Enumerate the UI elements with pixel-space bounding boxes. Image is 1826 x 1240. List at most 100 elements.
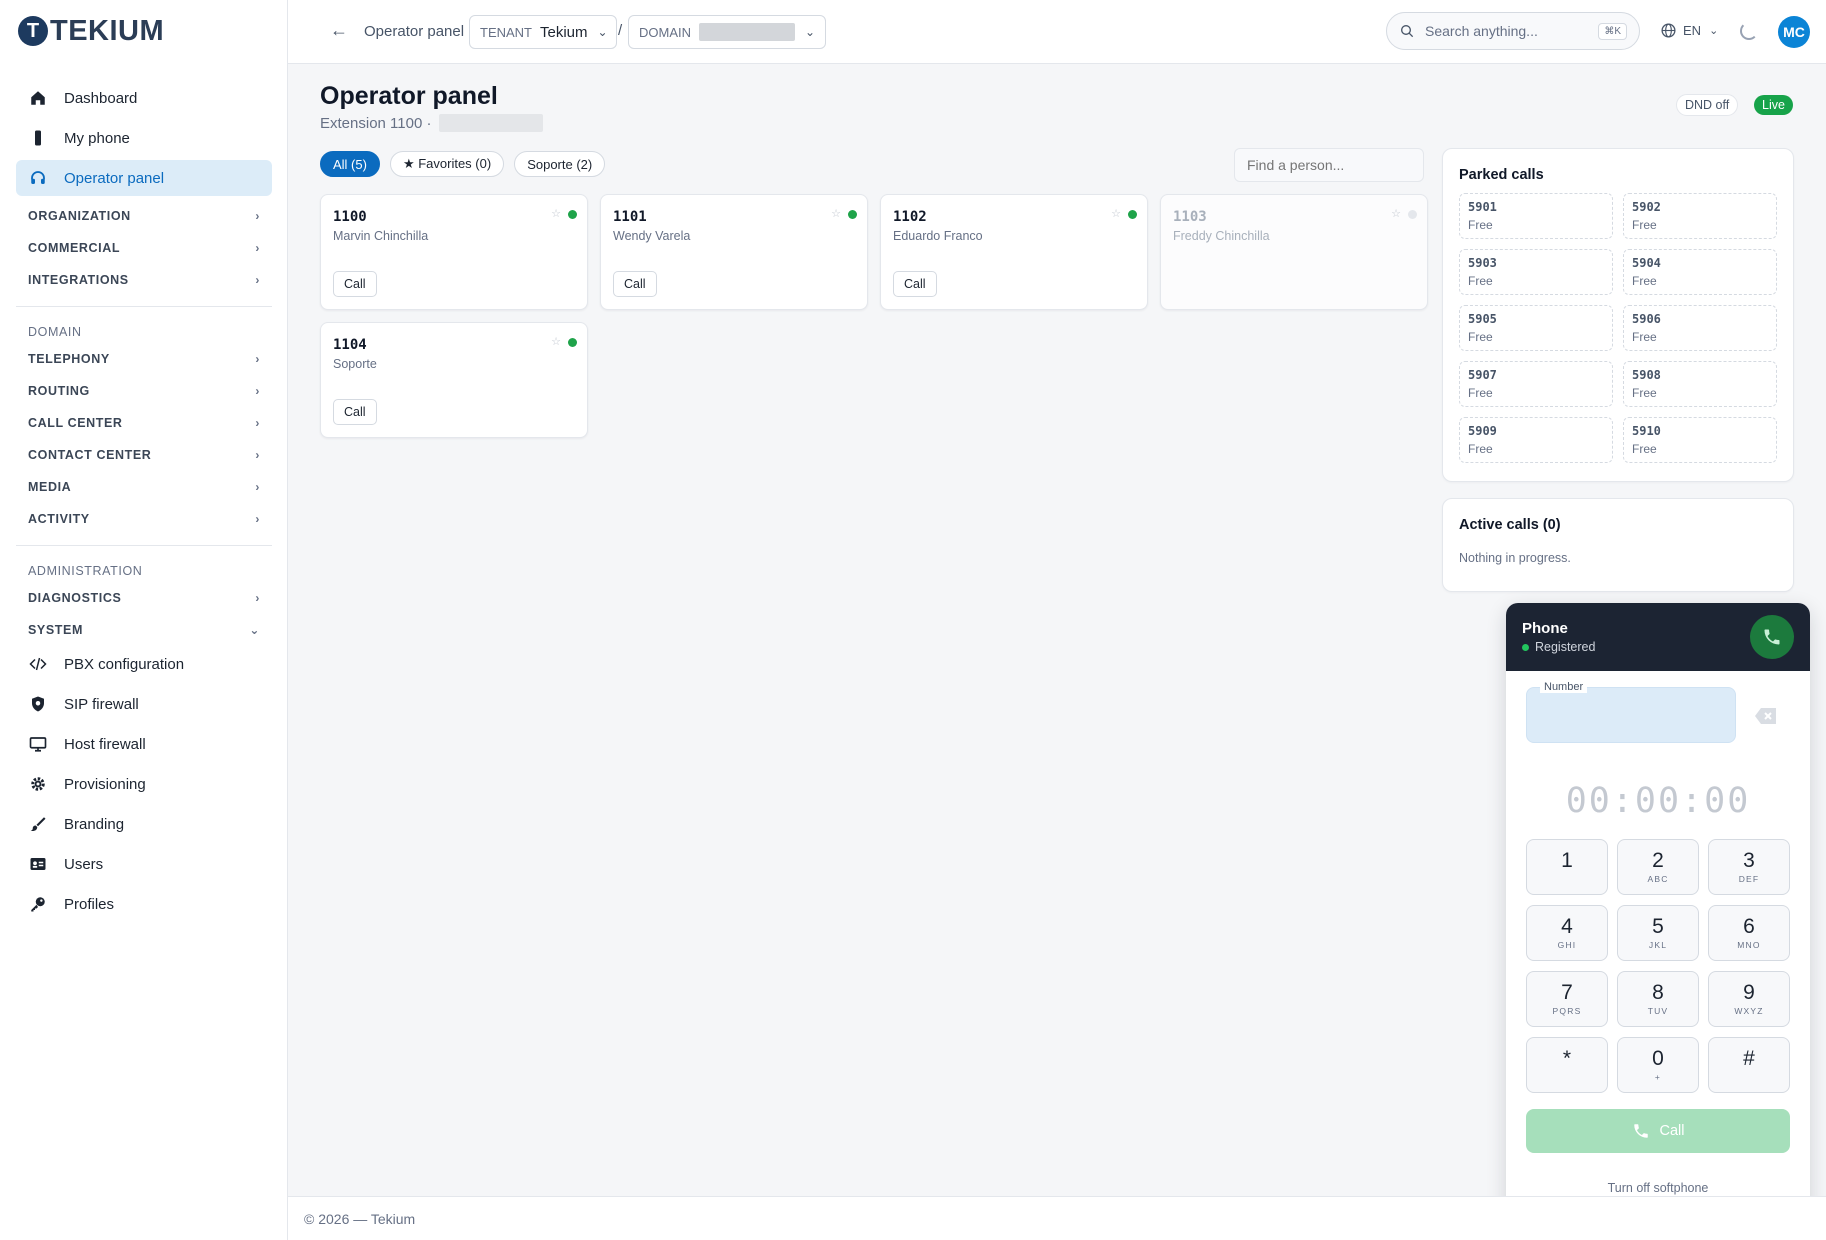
sidebar-item-my-phone[interactable]: My phone bbox=[16, 120, 272, 156]
sidebar-group-media[interactable]: MEDIA › bbox=[16, 471, 272, 503]
sidebar-item-dashboard[interactable]: Dashboard bbox=[16, 80, 272, 116]
park-slot[interactable]: 5901 Free bbox=[1459, 193, 1613, 239]
sidebar-group-telephony[interactable]: TELEPHONY › bbox=[16, 343, 272, 375]
park-slot-status: Free bbox=[1632, 330, 1657, 344]
registration-status-text: Registered bbox=[1535, 640, 1596, 654]
sidebar-item-branding[interactable]: Branding bbox=[16, 806, 272, 842]
key-5[interactable]: 5 JKL bbox=[1617, 905, 1699, 961]
turn-off-softphone-link[interactable]: Turn off softphone bbox=[1506, 1181, 1810, 1195]
sidebar-item-sip-firewall[interactable]: SIP firewall bbox=[16, 686, 272, 722]
phone-icon bbox=[1633, 1124, 1648, 1138]
sidebar-group-diagnostics[interactable]: DIAGNOSTICS › bbox=[16, 582, 272, 614]
redacted-subtitle bbox=[439, 114, 544, 132]
key-digit: 8 bbox=[1652, 981, 1664, 1004]
park-slot[interactable]: 5905 Free bbox=[1459, 305, 1613, 351]
sidebar-item-pbx-configuration[interactable]: PBX configuration bbox=[16, 646, 272, 682]
key-star[interactable]: * bbox=[1526, 1037, 1608, 1093]
sidebar-item-users[interactable]: Users bbox=[16, 846, 272, 882]
key-digit: 9 bbox=[1743, 981, 1755, 1004]
id-card-icon bbox=[28, 854, 48, 874]
page-subtitle: Extension 1100 · bbox=[320, 114, 544, 132]
sidebar-item-label: Dashboard bbox=[64, 89, 138, 107]
sidebar-item-provisioning[interactable]: Provisioning bbox=[16, 766, 272, 802]
sidebar-group-call-center[interactable]: CALL CENTER › bbox=[16, 407, 272, 439]
registration-status: Registered bbox=[1522, 640, 1595, 654]
presence-dot bbox=[568, 338, 577, 347]
tenant-selector[interactable]: TENANT Tekium ⌄ bbox=[469, 15, 617, 49]
key-letters: JKL bbox=[1648, 940, 1668, 950]
favorite-star-icon[interactable]: ☆ bbox=[831, 207, 841, 220]
park-slot[interactable]: 5908 Free bbox=[1623, 361, 1777, 407]
sidebar-item-host-firewall[interactable]: Host firewall bbox=[16, 726, 272, 762]
park-slot-number: 5907 bbox=[1468, 368, 1497, 382]
park-slot[interactable]: 5909 Free bbox=[1459, 417, 1613, 463]
favorite-star-icon[interactable]: ☆ bbox=[551, 335, 561, 348]
language-selector[interactable]: EN ⌄ bbox=[1660, 22, 1718, 39]
find-person-input[interactable] bbox=[1234, 148, 1424, 182]
park-slot[interactable]: 5906 Free bbox=[1623, 305, 1777, 351]
sidebar-group-system[interactable]: SYSTEM ⌄ bbox=[16, 614, 272, 646]
park-slot[interactable]: 5907 Free bbox=[1459, 361, 1613, 407]
key-1[interactable]: 1 bbox=[1526, 839, 1608, 895]
gear-icon bbox=[28, 774, 48, 794]
chevron-down-icon: ⌄ bbox=[804, 25, 815, 39]
key-hash[interactable]: # bbox=[1708, 1037, 1790, 1093]
domain-selector[interactable]: DOMAIN ⌄ bbox=[628, 15, 826, 49]
key-9[interactable]: 9 WXYZ bbox=[1708, 971, 1790, 1027]
logo-text: TEKIUM bbox=[50, 14, 165, 47]
call-button[interactable]: Call bbox=[613, 271, 657, 297]
extension-card: 1104 Soporte ☆ Call bbox=[320, 322, 588, 438]
favorite-star-icon[interactable]: ☆ bbox=[1391, 207, 1401, 220]
status-dot bbox=[1522, 643, 1529, 651]
sidebar-group-routing[interactable]: ROUTING › bbox=[16, 375, 272, 407]
park-slot[interactable]: 5903 Free bbox=[1459, 249, 1613, 295]
park-slot-status: Free bbox=[1632, 274, 1657, 288]
key-4[interactable]: 4 GHI bbox=[1526, 905, 1608, 961]
language-code: EN bbox=[1683, 23, 1702, 38]
footer: © 2026 — Tekium bbox=[288, 1196, 1826, 1240]
tekium-logo[interactable]: T TEKIUM bbox=[18, 14, 164, 48]
presence-dot bbox=[1408, 210, 1417, 219]
sidebar-item-operator-panel[interactable]: Operator panel bbox=[16, 160, 272, 196]
chevron-right-icon: › bbox=[255, 273, 260, 287]
back-arrow-icon[interactable]: ← bbox=[330, 20, 348, 41]
dnd-status-badge[interactable]: DND off bbox=[1676, 94, 1739, 116]
key-2[interactable]: 2 ABC bbox=[1617, 839, 1699, 895]
key-7[interactable]: 7 PQRS bbox=[1526, 971, 1608, 1027]
filter-soporte[interactable]: Soporte (2) bbox=[514, 151, 606, 177]
backspace-icon[interactable] bbox=[1754, 707, 1778, 725]
number-input[interactable] bbox=[1526, 687, 1736, 743]
park-slot[interactable]: 5910 Free bbox=[1623, 417, 1777, 463]
key-3[interactable]: 3 DEF bbox=[1708, 839, 1790, 895]
presence-dot bbox=[568, 210, 577, 219]
dial-call-button[interactable]: Call bbox=[1526, 1109, 1790, 1153]
sidebar-group-contact-center[interactable]: CONTACT CENTER › bbox=[16, 439, 272, 471]
domain-label: DOMAIN bbox=[639, 24, 691, 40]
global-search[interactable]: Search anything... ⌘K bbox=[1386, 12, 1640, 50]
favorite-star-icon[interactable]: ☆ bbox=[1111, 207, 1121, 220]
call-button[interactable]: Call bbox=[333, 271, 377, 297]
chevron-right-icon: › bbox=[255, 416, 260, 430]
sidebar-group-integrations[interactable]: INTEGRATIONS › bbox=[16, 264, 272, 296]
park-slot[interactable]: 5902 Free bbox=[1623, 193, 1777, 239]
filter-favorites[interactable]: ★ Favorites (0) bbox=[389, 151, 505, 177]
key-0[interactable]: 0 + bbox=[1617, 1037, 1699, 1093]
extension-name: Freddy Chinchilla bbox=[1173, 229, 1270, 243]
loading-spinner-icon bbox=[1740, 22, 1758, 40]
sidebar: T TEKIUM Dashboard My phone Operator pan… bbox=[0, 0, 288, 1240]
chevron-right-icon: › bbox=[255, 209, 260, 223]
sidebar-item-profiles[interactable]: Profiles bbox=[16, 886, 272, 922]
favorite-star-icon[interactable]: ☆ bbox=[551, 207, 561, 220]
call-button[interactable]: Call bbox=[333, 399, 377, 425]
filter-all[interactable]: All (5) bbox=[320, 151, 380, 177]
sidebar-group-activity[interactable]: ACTIVITY › bbox=[16, 503, 272, 535]
softphone-toggle-button[interactable] bbox=[1750, 615, 1794, 659]
park-slot[interactable]: 5904 Free bbox=[1623, 249, 1777, 295]
sidebar-group-commercial[interactable]: COMMERCIAL › bbox=[16, 232, 272, 264]
call-button[interactable]: Call bbox=[893, 271, 937, 297]
key-digit: 4 bbox=[1561, 915, 1573, 938]
key-8[interactable]: 8 TUV bbox=[1617, 971, 1699, 1027]
sidebar-group-organization[interactable]: ORGANIZATION › bbox=[16, 200, 272, 232]
key-6[interactable]: 6 MNO bbox=[1708, 905, 1790, 961]
user-avatar[interactable]: MC bbox=[1778, 16, 1810, 48]
